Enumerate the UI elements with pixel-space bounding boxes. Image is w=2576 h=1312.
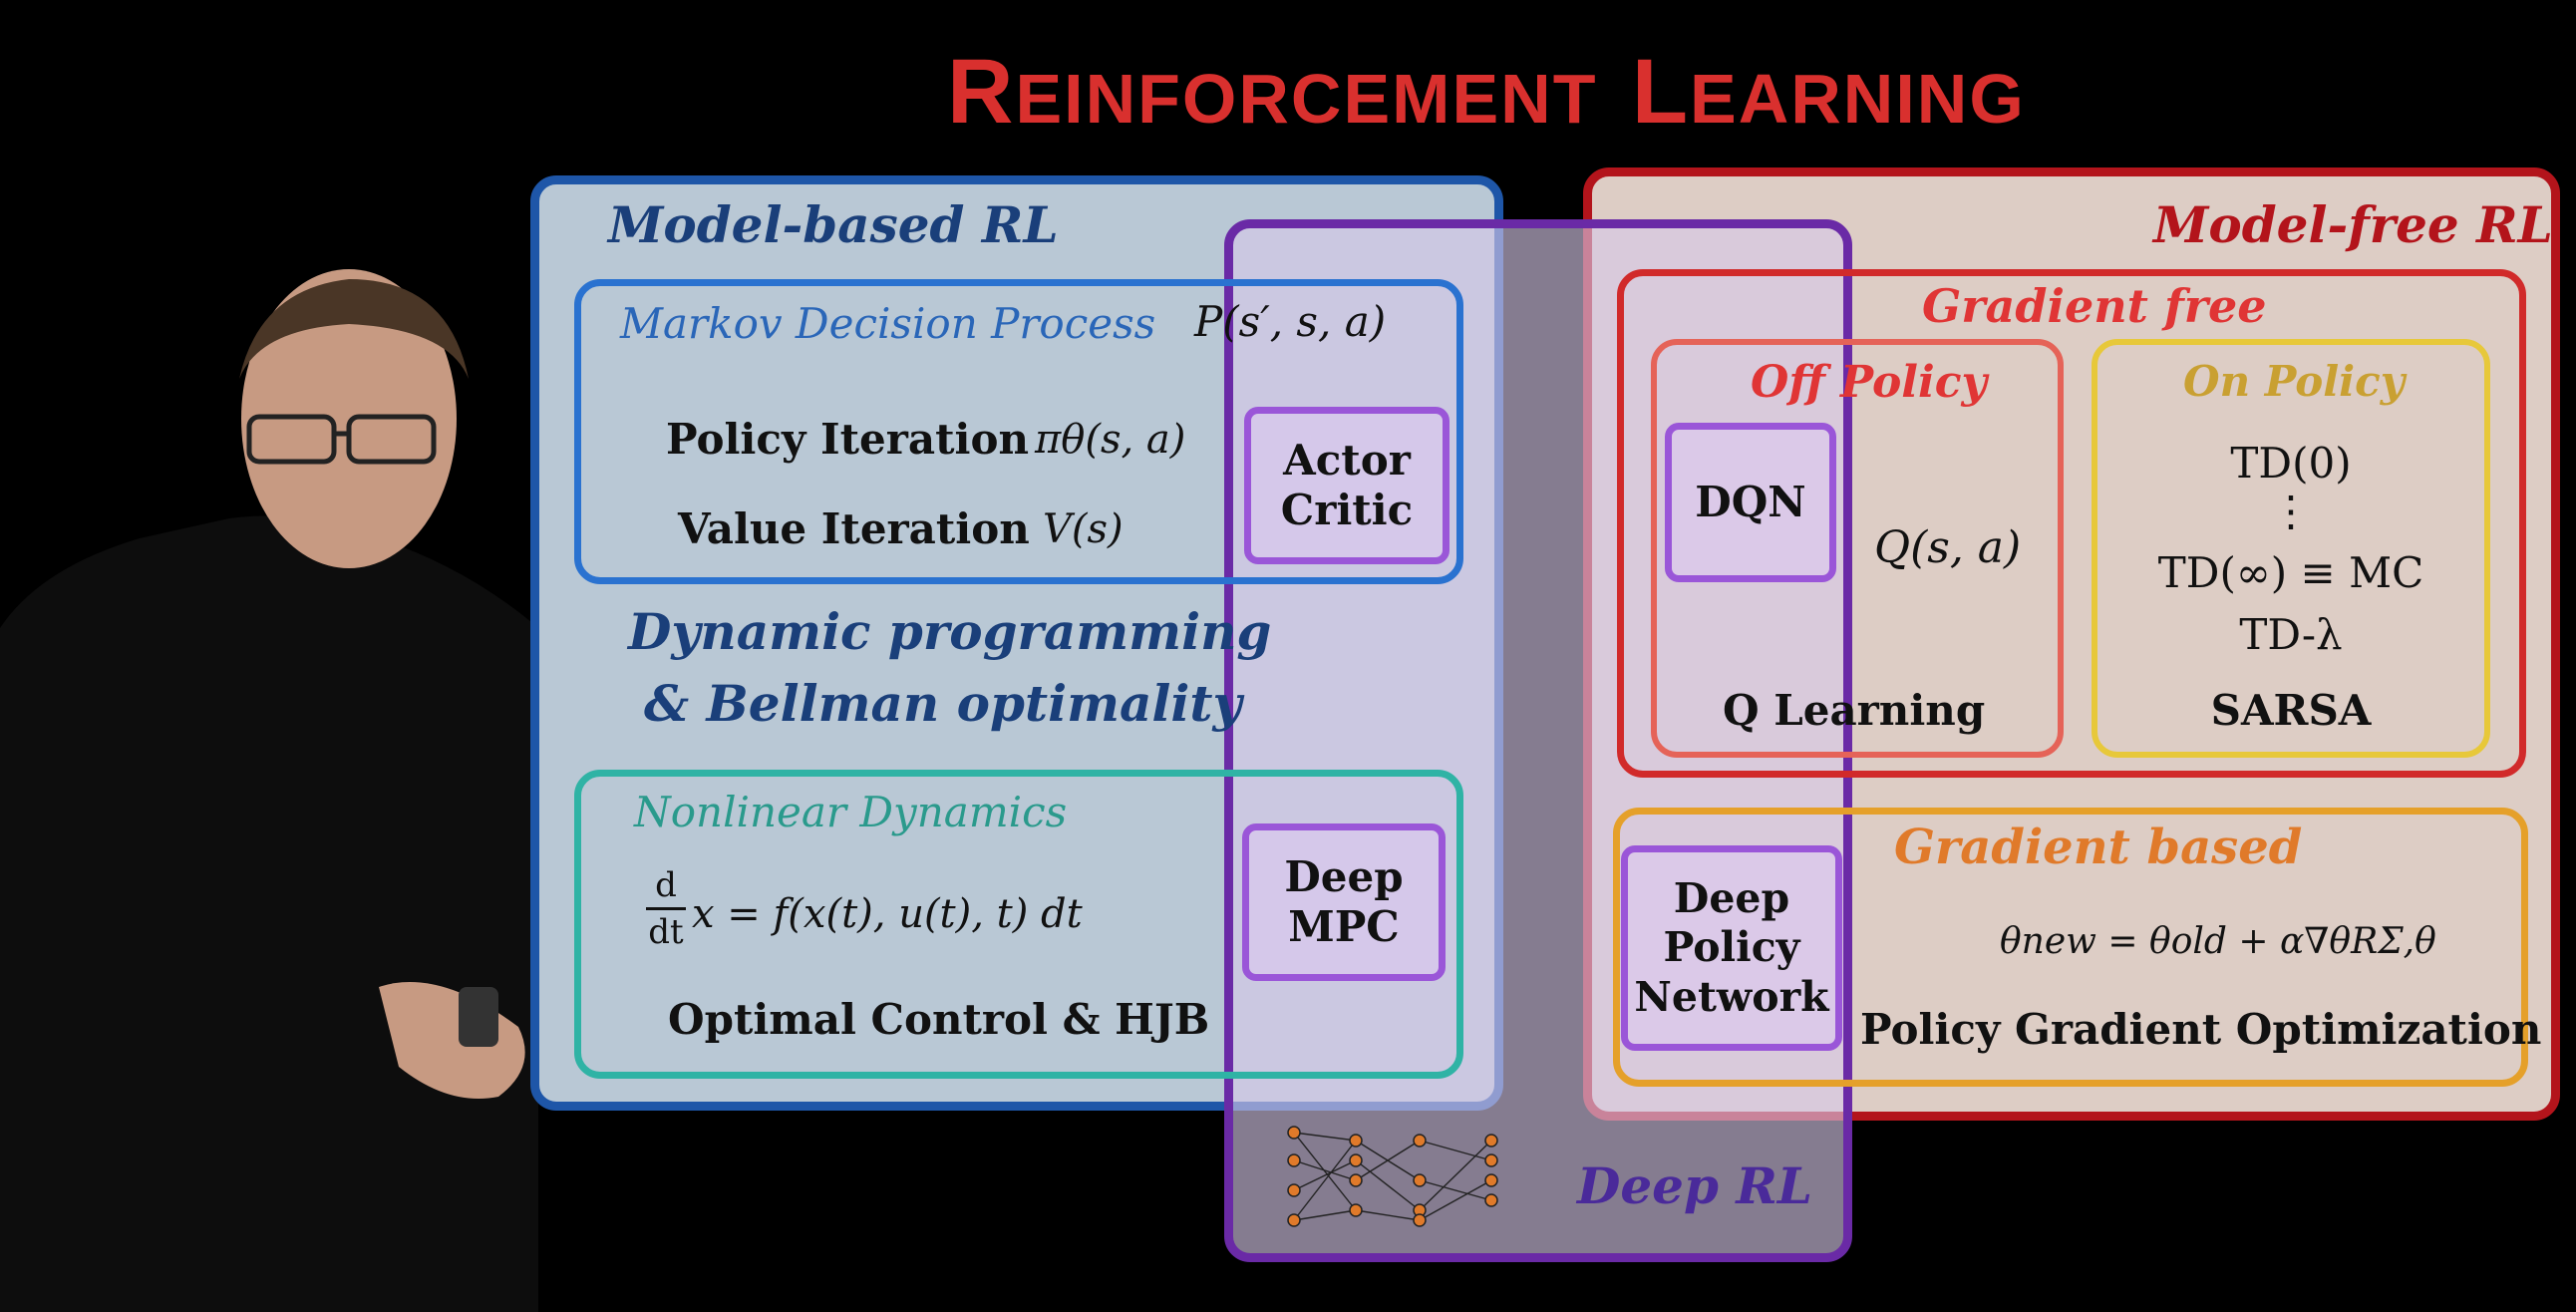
derivative-fraction: d dt (646, 863, 686, 954)
off-policy-header: Off Policy (1751, 357, 1988, 408)
sarsa-label: SARSA (2210, 686, 2372, 735)
value-iteration-label: Value Iteration (678, 504, 1030, 553)
q-learning-label: Q Learning (1723, 686, 1986, 735)
policy-iteration-label: Policy Iteration (666, 415, 1029, 464)
dynamics-formula: x = f(x(t), u(t), t) dt (692, 891, 1083, 937)
policy-iteration-formula: πθ(s, a) (1035, 417, 1186, 463)
policy-update-formula: θnew = θold + α∇θRΣ,θ (2000, 921, 2436, 962)
gradient-based-header: Gradient based (1894, 820, 2303, 875)
presenter-image (0, 269, 538, 1312)
value-iteration-formula: V(s) (1043, 506, 1124, 552)
dp-line1: Dynamic programming (628, 602, 1272, 661)
deep-policy-network-box: Deep Policy Network (1621, 845, 1842, 1051)
q-function: Q(s, a) (1874, 522, 2022, 573)
optimal-control-label: Optimal Control & HJB (668, 995, 1210, 1044)
td-lambda-label: TD-λ (2239, 610, 2343, 659)
td0-label: TD(0) (2230, 439, 2352, 488)
nonlinear-header: Nonlinear Dynamics (634, 788, 1068, 836)
model-free-header: Model-free RL (2153, 195, 2553, 254)
gradient-free-header: Gradient free (1922, 279, 2267, 333)
mdp-header: Markov Decision Process (620, 299, 1156, 348)
neural-network-icon (1287, 1126, 1498, 1227)
dp-line2: & Bellman optimality (644, 674, 1242, 733)
td-inf-label: TD(∞) ≡ MC (2157, 548, 2424, 597)
policy-gradient-label: Policy Gradient Optimization (1860, 1005, 2542, 1054)
on-policy-header: On Policy (2183, 357, 2406, 406)
mdp-formula: P(s′, s, a) (1194, 297, 1387, 346)
dqn-box: DQN (1665, 423, 1836, 582)
deep-rl-header: Deep RL (1577, 1156, 1813, 1215)
model-based-header: Model-based RL (608, 195, 1059, 254)
deep-mpc-box: Deep MPC (1242, 823, 1446, 981)
ellipsis-label: ⋮ (2270, 487, 2312, 535)
page-title: REINFORCEMENT LEARNING (947, 41, 2026, 143)
actor-critic-box: Actor Critic (1244, 407, 1449, 564)
